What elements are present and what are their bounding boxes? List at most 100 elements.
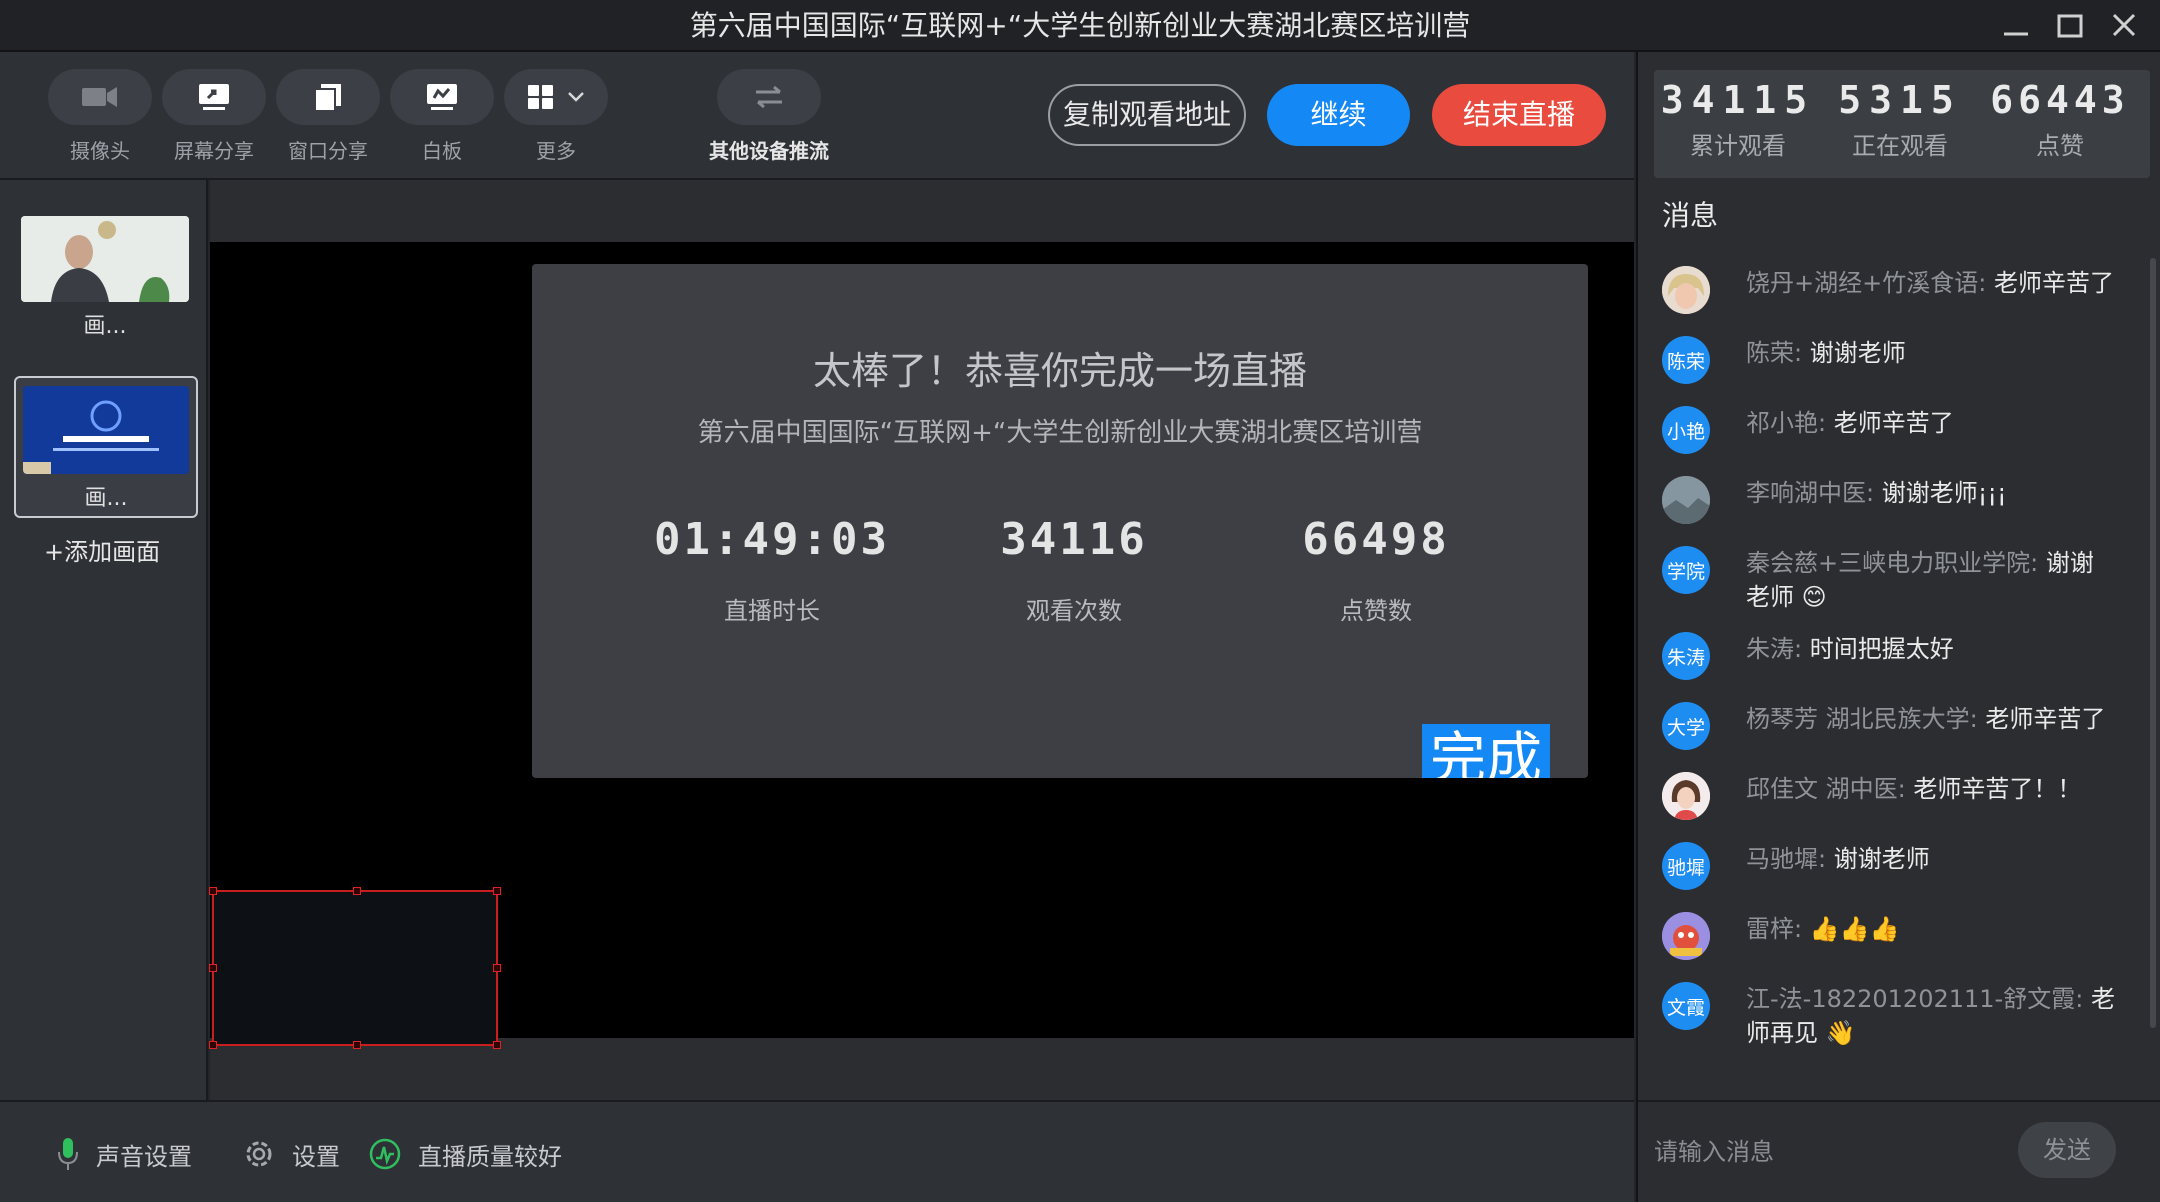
- message-text: 老师辛苦了: [1993, 269, 2114, 297]
- avatar: [1662, 772, 1710, 820]
- more-button[interactable]: 更多: [504, 69, 608, 179]
- right-panel: 34115 累计观看 5315 正在观看 66443 点赞 消息 饶丹+湖经+竹…: [1636, 52, 2160, 1202]
- message-item: 大学 杨琴芳 湖北民族大学: 老师辛苦了: [1662, 702, 2142, 772]
- swap-arrows-icon: [756, 85, 782, 109]
- message-text: 老师辛苦了: [1833, 409, 1954, 437]
- message-item: 驰墀 马驰墀: 谢谢老师: [1662, 842, 2142, 912]
- avatar: 驰墀: [1662, 842, 1710, 890]
- window-share-button[interactable]: 窗口分享: [276, 69, 380, 179]
- message-sender: 祁小艳:: [1746, 409, 1827, 437]
- scene-panel: 画... 画... +添加画面: [0, 180, 208, 1100]
- message-item: 文霞 江-法-182201202111-舒文霞: 老师再见 👋: [1662, 982, 2142, 1068]
- stat-duration: 01:49:03 直播时长: [622, 514, 922, 626]
- more-label: 更多: [536, 139, 576, 163]
- send-button[interactable]: 发送: [2018, 1122, 2116, 1178]
- likes-count-value: 66443: [1990, 78, 2130, 122]
- message-item: 陈荣 陈荣: 谢谢老师: [1662, 336, 2142, 406]
- total-views-value: 34115: [1660, 78, 1816, 122]
- user-photo: [1662, 912, 1710, 960]
- duration-value: 01:49:03: [654, 514, 890, 565]
- audio-settings-button[interactable]: 声音设置: [56, 1136, 192, 1172]
- message-list-scrollbar[interactable]: [2150, 258, 2156, 1028]
- window-share-label: 窗口分享: [288, 139, 368, 163]
- maximize-button[interactable]: [2050, 10, 2090, 42]
- total-views-label: 累计观看: [1690, 132, 1786, 160]
- message-item: 饶丹+湖经+竹溪食语: 老师辛苦了: [1662, 266, 2142, 336]
- resize-handle[interactable]: [209, 887, 217, 895]
- resize-handle[interactable]: [209, 1041, 217, 1049]
- scene-thumbnail-camera[interactable]: 画...: [20, 216, 190, 340]
- settings-label: 设置: [292, 1142, 340, 1171]
- screen-share-pill: [162, 69, 266, 125]
- whiteboard-button[interactable]: 白板: [390, 69, 494, 179]
- camera-label: 摄像头: [70, 139, 130, 163]
- message-list: 饶丹+湖经+竹溪食语: 老师辛苦了 陈荣 陈荣: 谢谢老师 小艳 祁小艳: 老师…: [1662, 266, 2142, 1068]
- message-text: 谢谢老师¡¡¡: [1881, 479, 2007, 507]
- screen-share-button[interactable]: 屏幕分享: [162, 69, 266, 179]
- stat-likes: 66498 点赞数: [1226, 514, 1526, 626]
- message-text: 👍👍👍: [1809, 915, 1900, 943]
- scene-label: 画...: [83, 314, 127, 339]
- online-viewers-value: 5315: [1838, 78, 1962, 122]
- screen-share-icon: [199, 84, 229, 110]
- messages-heading: 消息: [1662, 199, 1719, 232]
- message-sender: 朱涛:: [1746, 635, 1803, 663]
- resize-handle[interactable]: [493, 964, 501, 972]
- dialog-title: 太棒了！恭喜你完成一场直播: [812, 349, 1307, 393]
- chat-input-area: 发送: [1638, 1100, 2160, 1202]
- slide-preview-image: [23, 386, 189, 474]
- views-value: 34116: [1000, 514, 1148, 565]
- chat-input[interactable]: [1652, 1122, 2012, 1182]
- dialog-subtitle: 第六届中国国际“互联网+“大学生创新创业大赛湖北赛区培训营: [697, 418, 1423, 448]
- message-text: 老师辛苦了！！: [1913, 775, 2082, 803]
- message-text: 谢谢老师: [1809, 339, 1906, 367]
- resize-handle[interactable]: [493, 1041, 501, 1049]
- window-title: 第六届中国国际“互联网+“大学生创新创业大赛湖北赛区培训营: [689, 9, 1471, 42]
- live-stats: 34115 累计观看 5315 正在观看 66443 点赞: [1654, 70, 2150, 178]
- slide-image: [23, 386, 189, 474]
- whiteboard-pill: [390, 69, 494, 125]
- whiteboard-icon: [427, 84, 457, 110]
- camera-overlay-window[interactable]: [209, 887, 501, 1049]
- avatar: 陈荣: [1662, 336, 1710, 384]
- online-viewers-label: 正在观看: [1852, 132, 1948, 160]
- audio-settings-label: 声音设置: [96, 1142, 192, 1171]
- resize-handle[interactable]: [493, 887, 501, 895]
- message-sender: 雷梓:: [1746, 915, 1803, 943]
- likes-label: 点赞数: [1340, 597, 1412, 625]
- message-sender: 邱佳文 湖中医:: [1746, 775, 1906, 803]
- continue-button[interactable]: 继续: [1267, 84, 1410, 146]
- done-button[interactable]: 完成: [1422, 724, 1550, 778]
- avatar: [1662, 476, 1710, 524]
- window-share-icon: [314, 84, 341, 112]
- likes-value: 66498: [1302, 514, 1450, 565]
- message-text: 谢谢老师: [1833, 845, 1930, 873]
- avatar: 小艳: [1662, 406, 1710, 454]
- resize-handle[interactable]: [353, 887, 361, 895]
- message-sender: 杨琴芳 湖北民族大学:: [1746, 705, 1978, 733]
- user-photo: [1662, 266, 1710, 314]
- user-photo: [1662, 476, 1710, 524]
- views-label: 观看次数: [1026, 597, 1122, 625]
- other-device-push-button[interactable]: 其他设备推流: [694, 69, 844, 179]
- message-sender: 秦会慈+三峡电力职业学院:: [1746, 549, 2039, 577]
- avatar: [1662, 266, 1710, 314]
- copy-watch-url-button[interactable]: 复制观看地址: [1048, 84, 1246, 146]
- add-scene-button[interactable]: +添加画面: [44, 532, 160, 567]
- close-button[interactable]: [2104, 10, 2144, 42]
- more-pill: [504, 69, 608, 125]
- chevron-down-icon: [568, 92, 584, 102]
- minimize-button[interactable]: [1996, 10, 2036, 42]
- gear-icon: [246, 1141, 272, 1167]
- avatar: 学院: [1662, 546, 1710, 594]
- settings-button[interactable]: 设置: [242, 1136, 340, 1172]
- scene-thumbnail-slide[interactable]: 画...: [14, 376, 198, 518]
- stream-quality-indicator[interactable]: 直播质量较好: [368, 1136, 562, 1172]
- end-live-button[interactable]: 结束直播: [1432, 84, 1606, 146]
- whiteboard-label: 白板: [422, 139, 462, 163]
- camera-pill: [48, 69, 152, 125]
- resize-handle[interactable]: [353, 1041, 361, 1049]
- avatar: 大学: [1662, 702, 1710, 750]
- camera-button[interactable]: 摄像头: [48, 69, 152, 179]
- resize-handle[interactable]: [209, 964, 217, 972]
